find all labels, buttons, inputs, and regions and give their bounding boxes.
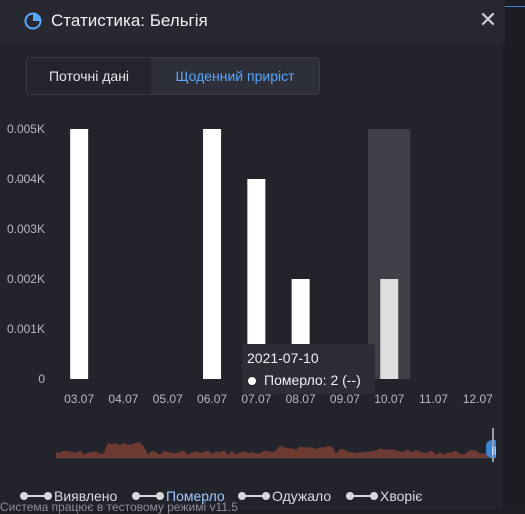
close-icon[interactable]: ✕ — [476, 8, 500, 32]
status-text: Система працює в тестовому режимі v11.5 — [0, 500, 238, 514]
bar — [380, 279, 399, 379]
legend-line-icon — [132, 492, 164, 500]
x-tick-label: 04.07 — [108, 392, 138, 406]
bar — [70, 129, 89, 379]
navigator-grip-icon[interactable]: || — [492, 445, 496, 455]
legend-line-icon — [238, 492, 270, 500]
x-tick-label: 06.07 — [197, 392, 227, 406]
x-tick-label: 05.07 — [153, 392, 183, 406]
view-tabs: Поточні дані Щоденний приріст — [26, 57, 320, 95]
tooltip-series-marker — [248, 377, 256, 385]
x-tick-label: 12.07 — [463, 392, 493, 406]
y-tick-label: 0.002K — [7, 272, 45, 286]
window-edge — [503, 0, 525, 509]
x-tick-label: 08.07 — [286, 392, 316, 406]
legend-label: Одужало — [272, 488, 332, 504]
legend-line-icon — [20, 492, 52, 500]
x-tick-label: 03.07 — [64, 392, 94, 406]
y-tick-label: 0.004K — [7, 172, 45, 186]
y-tick-label: 0.001K — [7, 322, 45, 336]
x-tick-label: 10.07 — [374, 392, 404, 406]
navigator-area — [56, 442, 488, 458]
y-tick-label: 0.003K — [7, 222, 45, 236]
x-tick-label: 11.07 — [419, 392, 448, 406]
tooltip-value: Померло: 2 (--) — [264, 372, 361, 388]
x-tick-label: 09.07 — [330, 392, 360, 406]
tab-daily-growth[interactable]: Щоденний приріст — [151, 58, 319, 94]
y-tick-label: 0.005K — [7, 122, 45, 136]
tooltip-date: 2021-07-10 — [247, 350, 319, 366]
statistics-window: Статистика: Бельгія ✕ Поточні дані Щоден… — [0, 0, 525, 514]
legend-line-icon — [346, 492, 378, 500]
legend-label: Хворіє — [380, 488, 423, 504]
chart-tooltip: 2021-07-10 Померло: 2 (--) — [242, 344, 375, 394]
title-bar: Статистика: Бельгія ✕ — [0, 0, 505, 44]
bar — [203, 129, 222, 379]
tab-current-data[interactable]: Поточні дані — [27, 58, 151, 94]
range-navigator[interactable]: || — [56, 428, 496, 462]
pie-chart-icon — [24, 12, 42, 30]
y-tick-label: 0 — [38, 372, 45, 386]
x-tick-label: 07.07 — [241, 392, 271, 406]
window-title: Статистика: Бельгія — [51, 11, 208, 30]
